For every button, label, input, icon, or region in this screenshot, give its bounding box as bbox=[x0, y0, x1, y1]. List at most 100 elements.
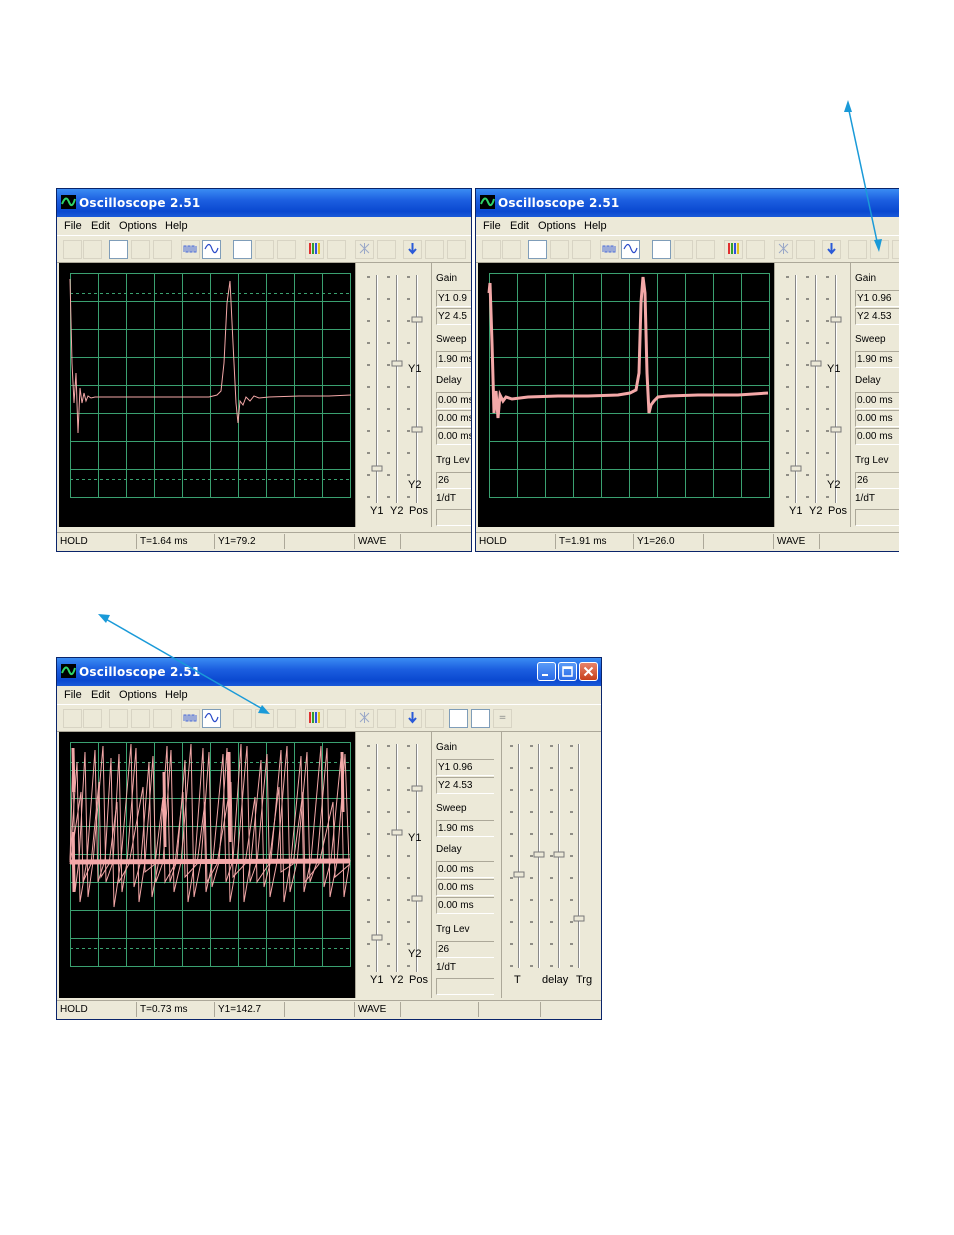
pos2-slider-thumb[interactable] bbox=[411, 426, 423, 433]
pos2-slider-thumb[interactable] bbox=[411, 895, 423, 902]
menu-help[interactable]: Help bbox=[165, 689, 188, 701]
menu-options[interactable]: Options bbox=[119, 220, 157, 232]
start-button[interactable] bbox=[63, 709, 82, 728]
pos-slider-thumb[interactable] bbox=[830, 316, 842, 323]
filter-button[interactable] bbox=[327, 240, 346, 259]
color-button[interactable] bbox=[724, 240, 743, 259]
delay2-slider-thumb[interactable] bbox=[553, 851, 565, 858]
hold-button[interactable] bbox=[528, 240, 547, 259]
zoom-button[interactable] bbox=[550, 240, 569, 259]
pos-slider-thumb[interactable] bbox=[411, 316, 423, 323]
y2-slider-thumb[interactable] bbox=[391, 360, 403, 367]
gain-y1-value[interactable]: Y1 0.96 bbox=[436, 759, 494, 776]
trg-slider-thumb[interactable] bbox=[573, 915, 585, 922]
delay-value-2[interactable]: 0.00 ms bbox=[436, 879, 494, 896]
menu-file[interactable]: File bbox=[64, 689, 82, 701]
trg-lev-value[interactable]: 26 bbox=[436, 472, 471, 489]
sine-mode-button[interactable] bbox=[621, 240, 640, 259]
sparkle-button[interactable] bbox=[355, 709, 374, 728]
gain-y1-value[interactable]: Y1 0.9 bbox=[436, 290, 471, 307]
trigger-down-button[interactable] bbox=[403, 709, 422, 728]
auto-button[interactable] bbox=[449, 709, 468, 728]
title-bar[interactable]: Oscilloscope 2.51 bbox=[476, 189, 899, 217]
trigger-down-button[interactable] bbox=[403, 240, 422, 259]
trigger-down-button[interactable] bbox=[822, 240, 841, 259]
sine-mode-button[interactable] bbox=[202, 240, 221, 259]
settings-button[interactable] bbox=[377, 240, 396, 259]
menu-edit[interactable]: Edit bbox=[91, 220, 110, 232]
menu-edit[interactable]: Edit bbox=[91, 689, 110, 701]
sparkle-button[interactable] bbox=[355, 240, 374, 259]
start-button[interactable] bbox=[482, 240, 501, 259]
delay-slider-thumb[interactable] bbox=[533, 851, 545, 858]
menu-options[interactable]: Options bbox=[538, 220, 576, 232]
xy-button[interactable] bbox=[255, 709, 274, 728]
trg-lev-value[interactable]: 26 bbox=[855, 472, 899, 489]
minimize-button[interactable] bbox=[537, 662, 556, 681]
gain-y1-value[interactable]: Y1 0.96 bbox=[855, 290, 899, 307]
zoom-button[interactable] bbox=[131, 240, 150, 259]
settings-button[interactable] bbox=[377, 709, 396, 728]
gain-y2-value[interactable]: Y2 4.53 bbox=[855, 308, 899, 325]
maximize-button[interactable] bbox=[558, 662, 577, 681]
menu-help[interactable]: Help bbox=[584, 220, 607, 232]
scope-display[interactable] bbox=[59, 263, 355, 527]
sweep-value[interactable]: 1.90 ms bbox=[855, 351, 899, 368]
delay-value-1[interactable]: 0.00 ms bbox=[436, 392, 471, 409]
delay-value-2[interactable]: 0.00 ms bbox=[436, 410, 471, 427]
channel-button[interactable] bbox=[233, 240, 252, 259]
y2-slider-thumb[interactable] bbox=[391, 829, 403, 836]
delay-value-3[interactable]: 0.00 ms bbox=[855, 428, 899, 445]
cursor-button[interactable] bbox=[153, 709, 172, 728]
sweep-value[interactable]: 1.90 ms bbox=[436, 351, 471, 368]
overlay-button[interactable] bbox=[892, 240, 899, 259]
single-button[interactable] bbox=[425, 240, 444, 259]
single-button[interactable] bbox=[425, 709, 444, 728]
y1-slider-thumb[interactable] bbox=[790, 465, 802, 472]
delay-value-1[interactable]: 0.00 ms bbox=[855, 392, 899, 409]
gain-y2-value[interactable]: Y2 4.5 bbox=[436, 308, 471, 325]
color-button[interactable] bbox=[305, 240, 324, 259]
hold-button[interactable] bbox=[109, 240, 128, 259]
sine-mode-button[interactable] bbox=[202, 709, 221, 728]
wave-mode-button[interactable] bbox=[181, 709, 200, 728]
trg-lev-value[interactable]: 26 bbox=[436, 941, 494, 958]
fft-button[interactable] bbox=[277, 240, 296, 259]
color-button[interactable] bbox=[305, 709, 324, 728]
y2-slider-thumb[interactable] bbox=[810, 360, 822, 367]
equal-button[interactable]: = bbox=[493, 709, 512, 728]
pos2-slider-thumb[interactable] bbox=[830, 426, 842, 433]
settings-button[interactable] bbox=[796, 240, 815, 259]
gain-y2-value[interactable]: Y2 4.53 bbox=[436, 777, 494, 794]
overlay-button[interactable] bbox=[471, 709, 490, 728]
menu-options[interactable]: Options bbox=[119, 689, 157, 701]
filter-button[interactable] bbox=[327, 709, 346, 728]
cursor-button[interactable] bbox=[572, 240, 591, 259]
zoom-button[interactable] bbox=[131, 709, 150, 728]
filter-button[interactable] bbox=[746, 240, 765, 259]
channel-button[interactable] bbox=[652, 240, 671, 259]
scope-display[interactable] bbox=[478, 263, 774, 527]
channel-button[interactable] bbox=[233, 709, 252, 728]
y1-slider-thumb[interactable] bbox=[371, 465, 383, 472]
wave-mode-button[interactable] bbox=[600, 240, 619, 259]
hold-button[interactable] bbox=[109, 709, 128, 728]
scope-display[interactable] bbox=[59, 732, 355, 998]
fft-button[interactable] bbox=[277, 709, 296, 728]
start-button[interactable] bbox=[63, 240, 82, 259]
menu-file[interactable]: File bbox=[483, 220, 501, 232]
xy-button[interactable] bbox=[255, 240, 274, 259]
fft-button[interactable] bbox=[696, 240, 715, 259]
pause-button[interactable] bbox=[502, 240, 521, 259]
menu-edit[interactable]: Edit bbox=[510, 220, 529, 232]
delay-value-3[interactable]: 0.00 ms bbox=[436, 428, 471, 445]
xy-button[interactable] bbox=[674, 240, 693, 259]
title-bar[interactable]: Oscilloscope 2.51 bbox=[57, 189, 471, 217]
cursor-button[interactable] bbox=[153, 240, 172, 259]
close-button[interactable] bbox=[579, 662, 598, 681]
pause-button[interactable] bbox=[83, 240, 102, 259]
auto-button[interactable] bbox=[447, 240, 466, 259]
single-button[interactable] bbox=[848, 240, 867, 259]
sweep-value[interactable]: 1.90 ms bbox=[436, 820, 494, 837]
auto-button[interactable] bbox=[870, 240, 889, 259]
